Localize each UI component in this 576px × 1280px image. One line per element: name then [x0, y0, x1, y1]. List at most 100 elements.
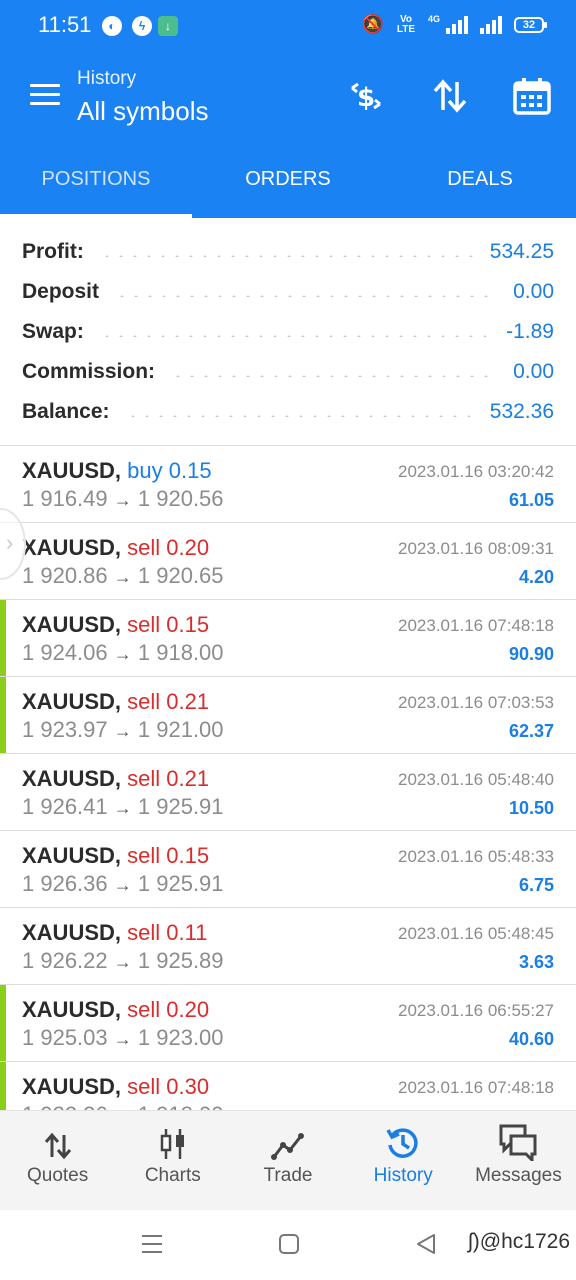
battery-icon: 32 — [514, 16, 547, 33]
header-title[interactable]: All symbols — [77, 96, 208, 127]
tab-positions[interactable]: POSITIONS — [0, 140, 192, 218]
deal-volume: 0.15 — [166, 843, 210, 868]
back-icon[interactable] — [414, 1232, 438, 1261]
status-time: 11:51 — [38, 12, 92, 37]
watermark-logo-icon: ʃ) — [468, 1230, 480, 1253]
deal-close-price: 1 918.00 — [137, 640, 224, 665]
deal-close-price: 1 923.00 — [137, 1025, 224, 1050]
calendar-icon[interactable] — [510, 74, 554, 118]
deal-close-price: 1 921.00 — [137, 717, 224, 742]
deal-title: XAUUSD, sell 0.20 — [22, 535, 209, 561]
deal-title: XAUUSD, sell 0.20 — [22, 997, 209, 1023]
deal-side: sell — [127, 689, 161, 714]
deal-title: XAUUSD, sell 0.15 — [22, 612, 209, 638]
summary-profit-row: Profit: 534.25 — [22, 232, 554, 272]
deal-time: 2023.01.16 07:48:18 — [398, 1078, 554, 1097]
recent-apps-icon[interactable] — [140, 1232, 164, 1261]
deal-open-price: 1 926.36 — [22, 871, 108, 896]
bottom-nav: Quotes Charts Trade History Messages — [0, 1110, 576, 1210]
deal-row[interactable]: XAUUSD, sell 0.30 1 922.26 → 1 918.00 20… — [0, 1062, 576, 1110]
deal-time: 2023.01.16 08:09:31 — [398, 539, 554, 558]
deal-time: 2023.01.16 07:48:18 — [398, 616, 554, 635]
nav-quotes[interactable]: Quotes — [0, 1111, 115, 1210]
deal-close-price: 1 925.91 — [137, 871, 224, 896]
history-icon — [346, 1111, 461, 1165]
deal-profit: 90.90 — [508, 644, 554, 664]
arrow-right-icon: → — [113, 567, 132, 587]
deal-close-price: 1 925.91 — [137, 794, 224, 819]
deal-time: 2023.01.16 05:48:45 — [398, 924, 554, 943]
sort-icon[interactable] — [428, 74, 472, 118]
header-subtitle: History — [77, 68, 137, 89]
deal-volume: 0.15 — [168, 458, 212, 483]
status-indicators: 🔕 Vo LTE 4G 32 — [362, 14, 547, 35]
deposit-withdraw-icon[interactable]: $ — [344, 74, 388, 118]
nav-trade[interactable]: Trade — [230, 1111, 345, 1210]
deal-row[interactable]: XAUUSD, sell 0.20 1 925.03 → 1 923.00 20… — [0, 985, 576, 1062]
arrow-right-icon: → — [113, 1029, 132, 1049]
deal-symbol: XAUUSD, — [22, 843, 122, 868]
deal-close-price: 1 920.56 — [137, 486, 224, 511]
deal-profit: 61.05 — [508, 490, 554, 510]
deal-profit: 40.60 — [508, 1029, 554, 1049]
deal-open-price: 1 925.03 — [22, 1025, 108, 1050]
deal-row[interactable]: XAUUSD, buy 0.15 1 916.49 → 1 920.56 202… — [0, 446, 576, 523]
summary-value: 534.25 — [489, 240, 554, 263]
nav-label: Messages — [475, 1165, 562, 1186]
deal-side: buy — [127, 458, 163, 483]
arrow-right-icon: → — [113, 644, 132, 664]
download-icon: ↓ — [158, 16, 178, 36]
deal-profit: 3.63 — [518, 952, 554, 972]
arrow-right-icon: → — [113, 798, 132, 818]
deal-open-price: 1 920.86 — [22, 563, 108, 588]
deal-side: sell — [127, 535, 161, 560]
summary-value: -1.89 — [506, 320, 554, 343]
dotted-leader — [115, 295, 498, 297]
summary-label: Swap: — [22, 320, 84, 343]
tab-orders[interactable]: ORDERS — [192, 140, 384, 218]
nav-history[interactable]: History — [346, 1111, 461, 1210]
deal-title: XAUUSD, sell 0.21 — [22, 766, 209, 792]
deal-symbol: XAUUSD, — [22, 458, 122, 483]
home-icon[interactable] — [277, 1232, 301, 1261]
signal-icon — [446, 15, 468, 34]
deal-profit: 4.20 — [518, 567, 554, 587]
deal-side: sell — [127, 766, 161, 791]
deal-open-price: 1 926.22 — [22, 948, 108, 973]
menu-icon[interactable] — [30, 84, 60, 106]
summary-deposit-row: Deposit 0.00 — [22, 272, 554, 312]
network-type-label: 4G — [427, 14, 440, 24]
deal-volume: 0.20 — [166, 535, 210, 560]
summary-swap-row: Swap: -1.89 — [22, 312, 554, 352]
deal-title: XAUUSD, buy 0.15 — [22, 458, 212, 484]
summary-label: Deposit — [22, 280, 100, 303]
deal-profit: 62.37 — [508, 721, 554, 741]
status-notification-icon: ◐ — [102, 16, 122, 36]
watermark-text: @hc1726 — [479, 1230, 570, 1253]
messages-icon — [461, 1111, 576, 1165]
nav-charts[interactable]: Charts — [115, 1111, 230, 1210]
deals-list[interactable]: XAUUSD, buy 0.15 1 916.49 → 1 920.56 202… — [0, 446, 576, 1110]
summary-value: 532.36 — [489, 400, 554, 423]
svg-text:$: $ — [357, 83, 375, 113]
deal-side: sell — [127, 920, 161, 945]
tab-deals[interactable]: DEALS — [384, 140, 576, 218]
deal-title: XAUUSD, sell 0.21 — [22, 689, 209, 715]
summary-balance-row: Balance: 532.36 — [22, 392, 554, 432]
deal-side: sell — [127, 1074, 161, 1099]
nav-messages[interactable]: Messages — [461, 1111, 576, 1210]
deal-row[interactable]: XAUUSD, sell 0.11 1 926.22 → 1 925.89 20… — [0, 908, 576, 985]
deal-row[interactable]: XAUUSD, sell 0.21 1 926.41 → 1 925.91 20… — [0, 754, 576, 831]
deal-side: sell — [127, 843, 161, 868]
deal-prices: 1 923.97 → 1 921.00 — [22, 717, 224, 743]
deal-row[interactable]: XAUUSD, sell 0.21 1 923.97 → 1 921.00 20… — [0, 677, 576, 754]
deal-volume: 0.30 — [166, 1074, 210, 1099]
deal-row[interactable]: XAUUSD, sell 0.15 1 924.06 → 1 918.00 20… — [0, 600, 576, 677]
summary-value: 0.00 — [513, 280, 554, 303]
deal-row[interactable]: XAUUSD, sell 0.20 1 920.86 → 1 920.65 20… — [0, 523, 576, 600]
nav-label: Charts — [144, 1165, 201, 1186]
signal-icon-2 — [480, 15, 502, 34]
deal-row[interactable]: XAUUSD, sell 0.15 1 926.36 → 1 925.91 20… — [0, 831, 576, 908]
deal-close-price: 1 918.00 — [138, 1102, 224, 1110]
summary-value: 0.00 — [513, 360, 554, 383]
